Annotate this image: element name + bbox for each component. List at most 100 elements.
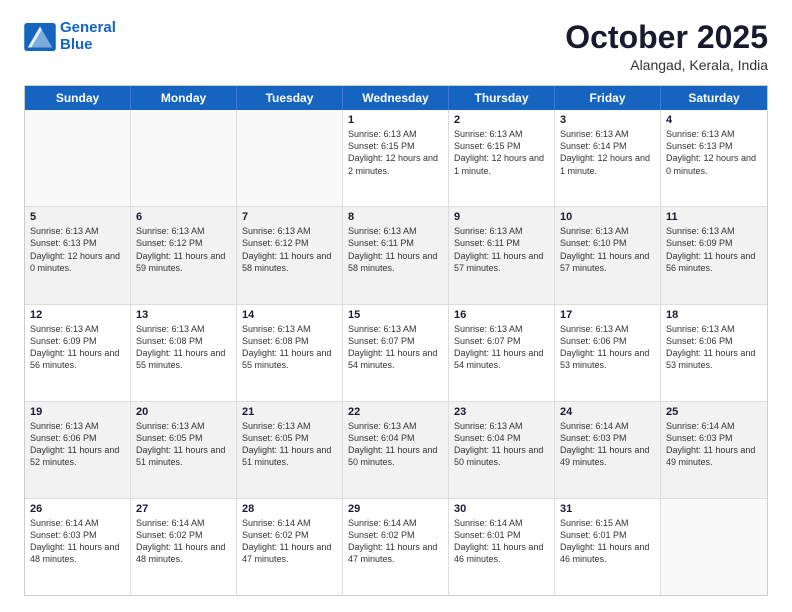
day-info: Sunrise: 6:14 AM Sunset: 6:03 PM Dayligh… bbox=[30, 517, 125, 566]
day-cell-18: 18 Sunrise: 6:13 AM Sunset: 6:06 PM Dayli… bbox=[661, 305, 767, 401]
day-cell-11: 11Sunrise: 6:13 AM Sunset: 6:09 PM Dayli… bbox=[661, 207, 767, 303]
weekday-header-thursday: Thursday bbox=[449, 86, 555, 110]
day-number: 11 bbox=[666, 211, 762, 223]
day-info: Sunrise: 6:13 AM Sunset: 6:07 PM Dayligh… bbox=[454, 323, 549, 372]
day-info: Sunrise: 6:13 AM Sunset: 6:08 PM Dayligh… bbox=[242, 323, 337, 372]
day-number: 2 bbox=[454, 114, 549, 126]
day-cell-28: 28Sunrise: 6:14 AM Sunset: 6:02 PM Dayli… bbox=[237, 499, 343, 595]
day-info: Sunrise: 6:13 AM Sunset: 6:11 PM Dayligh… bbox=[454, 225, 549, 274]
day-number: 14 bbox=[242, 309, 337, 321]
calendar-body: 1Sunrise: 6:13 AM Sunset: 6:15 PM Daylig… bbox=[25, 110, 767, 595]
day-number: 9 bbox=[454, 211, 549, 223]
day-number: 17 bbox=[560, 309, 655, 321]
day-info: Sunrise: 6:13 AM Sunset: 6:11 PM Dayligh… bbox=[348, 225, 443, 274]
day-cell-6: 6 Sunrise: 6:13 AM Sunset: 6:12 PM Daylig… bbox=[131, 207, 237, 303]
day-info: Sunrise: 6:13 AM Sunset: 6:06 PM Dayligh… bbox=[30, 420, 125, 469]
day-info: Sunrise: 6:14 AM Sunset: 6:02 PM Dayligh… bbox=[136, 517, 231, 566]
empty-cell bbox=[131, 110, 237, 206]
calendar-row-1: 5 Sunrise: 6:13 AM Sunset: 6:13 PM Daylig… bbox=[25, 207, 767, 304]
day-number: 4 bbox=[666, 114, 762, 126]
day-cell-24: 24Sunrise: 6:14 AM Sunset: 6:03 PM Dayli… bbox=[555, 402, 661, 498]
day-cell-14: 14 Sunrise: 6:13 AM Sunset: 6:08 PM Dayli… bbox=[237, 305, 343, 401]
day-info: Sunrise: 6:13 AM Sunset: 6:13 PM Dayligh… bbox=[666, 128, 762, 177]
day-info: Sunrise: 6:13 AM Sunset: 6:15 PM Dayligh… bbox=[454, 128, 549, 177]
calendar-row-4: 26 Sunrise: 6:14 AM Sunset: 6:03 PM Dayli… bbox=[25, 499, 767, 595]
day-cell-10: 10 Sunrise: 6:13 AM Sunset: 6:10 PM Dayli… bbox=[555, 207, 661, 303]
calendar-row-2: 12 Sunrise: 6:13 AM Sunset: 6:09 PM Dayli… bbox=[25, 305, 767, 402]
day-number: 13 bbox=[136, 309, 231, 321]
day-info: Sunrise: 6:15 AM Sunset: 6:01 PM Dayligh… bbox=[560, 517, 655, 566]
day-cell-22: 22 Sunrise: 6:13 AM Sunset: 6:04 PM Dayli… bbox=[343, 402, 449, 498]
day-info: Sunrise: 6:13 AM Sunset: 6:12 PM Dayligh… bbox=[136, 225, 231, 274]
empty-cell bbox=[25, 110, 131, 206]
day-cell-23: 23 Sunrise: 6:13 AM Sunset: 6:04 PM Dayli… bbox=[449, 402, 555, 498]
month-title: October 2025 bbox=[565, 20, 768, 55]
day-cell-4: 4 Sunrise: 6:13 AM Sunset: 6:13 PM Daylig… bbox=[661, 110, 767, 206]
day-info: Sunrise: 6:13 AM Sunset: 6:07 PM Dayligh… bbox=[348, 323, 443, 372]
day-info: Sunrise: 6:13 AM Sunset: 6:10 PM Dayligh… bbox=[560, 225, 655, 274]
day-info: Sunrise: 6:13 AM Sunset: 6:04 PM Dayligh… bbox=[454, 420, 549, 469]
day-info: Sunrise: 6:13 AM Sunset: 6:05 PM Dayligh… bbox=[242, 420, 337, 469]
day-cell-30: 30Sunrise: 6:14 AM Sunset: 6:01 PM Dayli… bbox=[449, 499, 555, 595]
day-info: Sunrise: 6:13 AM Sunset: 6:13 PM Dayligh… bbox=[30, 225, 125, 274]
day-info: Sunrise: 6:14 AM Sunset: 6:02 PM Dayligh… bbox=[348, 517, 443, 566]
day-info: Sunrise: 6:13 AM Sunset: 6:05 PM Dayligh… bbox=[136, 420, 231, 469]
title-section: October 2025 Alangad, Kerala, India bbox=[565, 20, 768, 73]
calendar-row-0: 1Sunrise: 6:13 AM Sunset: 6:15 PM Daylig… bbox=[25, 110, 767, 207]
calendar-row-3: 19Sunrise: 6:13 AM Sunset: 6:06 PM Dayli… bbox=[25, 402, 767, 499]
day-number: 18 bbox=[666, 309, 762, 321]
day-info: Sunrise: 6:14 AM Sunset: 6:03 PM Dayligh… bbox=[666, 420, 762, 469]
day-cell-31: 31Sunrise: 6:15 AM Sunset: 6:01 PM Dayli… bbox=[555, 499, 661, 595]
day-info: Sunrise: 6:14 AM Sunset: 6:03 PM Dayligh… bbox=[560, 420, 655, 469]
day-number: 25 bbox=[666, 406, 762, 418]
day-cell-20: 20 Sunrise: 6:13 AM Sunset: 6:05 PM Dayli… bbox=[131, 402, 237, 498]
day-cell-27: 27 Sunrise: 6:14 AM Sunset: 6:02 PM Dayli… bbox=[131, 499, 237, 595]
day-info: Sunrise: 6:13 AM Sunset: 6:06 PM Dayligh… bbox=[560, 323, 655, 372]
day-cell-3: 3Sunrise: 6:13 AM Sunset: 6:14 PM Daylig… bbox=[555, 110, 661, 206]
empty-cell bbox=[237, 110, 343, 206]
location: Alangad, Kerala, India bbox=[565, 57, 768, 73]
day-number: 22 bbox=[348, 406, 443, 418]
day-info: Sunrise: 6:13 AM Sunset: 6:06 PM Dayligh… bbox=[666, 323, 762, 372]
day-number: 20 bbox=[136, 406, 231, 418]
day-cell-29: 29 Sunrise: 6:14 AM Sunset: 6:02 PM Dayli… bbox=[343, 499, 449, 595]
day-info: Sunrise: 6:13 AM Sunset: 6:09 PM Dayligh… bbox=[30, 323, 125, 372]
day-number: 7 bbox=[242, 211, 337, 223]
weekday-header-wednesday: Wednesday bbox=[343, 86, 449, 110]
day-cell-17: 17 Sunrise: 6:13 AM Sunset: 6:06 PM Dayli… bbox=[555, 305, 661, 401]
day-cell-13: 13Sunrise: 6:13 AM Sunset: 6:08 PM Dayli… bbox=[131, 305, 237, 401]
logo: General Blue bbox=[24, 20, 116, 53]
day-number: 5 bbox=[30, 211, 125, 223]
day-number: 23 bbox=[454, 406, 549, 418]
day-info: Sunrise: 6:13 AM Sunset: 6:15 PM Dayligh… bbox=[348, 128, 443, 177]
day-cell-15: 15 Sunrise: 6:13 AM Sunset: 6:07 PM Dayli… bbox=[343, 305, 449, 401]
day-number: 30 bbox=[454, 503, 549, 515]
day-number: 21 bbox=[242, 406, 337, 418]
day-number: 15 bbox=[348, 309, 443, 321]
day-cell-21: 21 Sunrise: 6:13 AM Sunset: 6:05 PM Dayli… bbox=[237, 402, 343, 498]
weekday-header-friday: Friday bbox=[555, 86, 661, 110]
day-cell-7: 7Sunrise: 6:13 AM Sunset: 6:12 PM Daylig… bbox=[237, 207, 343, 303]
logo-icon bbox=[24, 23, 56, 51]
day-number: 16 bbox=[454, 309, 549, 321]
day-cell-12: 12 Sunrise: 6:13 AM Sunset: 6:09 PM Dayli… bbox=[25, 305, 131, 401]
day-number: 6 bbox=[136, 211, 231, 223]
day-cell-26: 26 Sunrise: 6:14 AM Sunset: 6:03 PM Dayli… bbox=[25, 499, 131, 595]
logo-text: General Blue bbox=[60, 20, 116, 53]
day-number: 29 bbox=[348, 503, 443, 515]
day-cell-1: 1Sunrise: 6:13 AM Sunset: 6:15 PM Daylig… bbox=[343, 110, 449, 206]
day-info: Sunrise: 6:14 AM Sunset: 6:02 PM Dayligh… bbox=[242, 517, 337, 566]
day-number: 10 bbox=[560, 211, 655, 223]
day-cell-9: 9 Sunrise: 6:13 AM Sunset: 6:11 PM Daylig… bbox=[449, 207, 555, 303]
day-cell-16: 16 Sunrise: 6:13 AM Sunset: 6:07 PM Dayli… bbox=[449, 305, 555, 401]
weekday-header-sunday: Sunday bbox=[25, 86, 131, 110]
weekday-header-monday: Monday bbox=[131, 86, 237, 110]
day-info: Sunrise: 6:13 AM Sunset: 6:04 PM Dayligh… bbox=[348, 420, 443, 469]
day-number: 12 bbox=[30, 309, 125, 321]
day-number: 8 bbox=[348, 211, 443, 223]
weekday-header-tuesday: Tuesday bbox=[237, 86, 343, 110]
weekday-header-saturday: Saturday bbox=[661, 86, 767, 110]
day-number: 26 bbox=[30, 503, 125, 515]
day-number: 27 bbox=[136, 503, 231, 515]
day-cell-2: 2 Sunrise: 6:13 AM Sunset: 6:15 PM Daylig… bbox=[449, 110, 555, 206]
